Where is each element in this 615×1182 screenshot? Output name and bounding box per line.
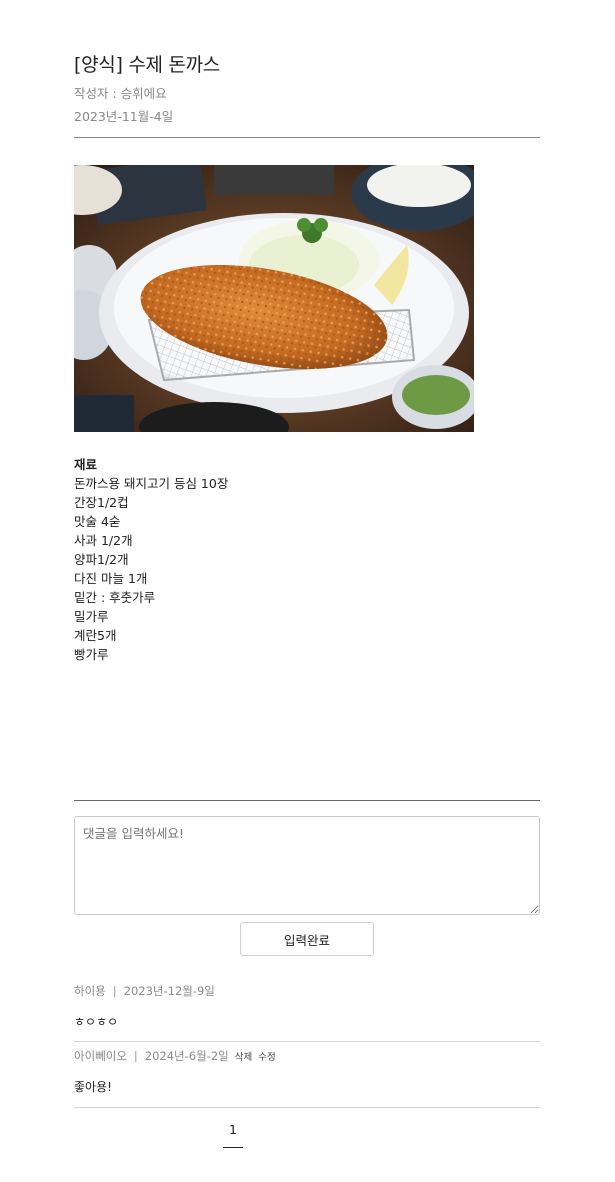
meta-separator: | [112, 984, 117, 998]
recipe-body: 재료 돈까스용 돼지고기 등심 10장 간장1/2컵 맛술 4숟 사과 1/2개… [74, 455, 540, 664]
comment-text: 좋아용! [74, 1080, 112, 1094]
ingredient-item: 맛술 4숟 [74, 514, 121, 529]
ingredient-item: 사과 1/2개 [74, 533, 133, 548]
comment-divider [74, 1107, 540, 1108]
ingredient-item: 돈까스용 돼지고기 등심 10장 [74, 476, 229, 491]
comment-text: ㅎㅇㅎㅇ [74, 1015, 119, 1029]
submit-comment-button[interactable]: 입력완료 [240, 922, 374, 956]
comment-meta: 하이용 | 2023년-12월-9일 [74, 983, 215, 999]
comment-date: 2023년-12월-9일 [123, 984, 215, 998]
post-author: 작성자 : 승휘에요 [74, 86, 167, 101]
ingredients-heading: 재료 [74, 457, 98, 472]
ingredient-item: 빵가루 [74, 647, 109, 662]
comment-divider [74, 1041, 540, 1042]
comment-author: 아이뻬이오 [74, 1049, 127, 1063]
page-active-underline [223, 1147, 243, 1148]
delete-comment-button[interactable]: 삭제 [235, 1052, 252, 1063]
ingredient-item: 계란5개 [74, 628, 117, 643]
ingredient-item: 간장1/2컵 [74, 495, 129, 510]
tonkatsu-photo [74, 165, 474, 432]
edit-comment-button[interactable]: 수정 [258, 1052, 275, 1063]
meta-separator: | [133, 1049, 138, 1063]
comments-divider [74, 800, 540, 801]
post-title: [양식] 수제 돈까스 [74, 54, 220, 76]
ingredient-item: 양파1/2개 [74, 552, 129, 567]
page-number-current[interactable]: 1 [223, 1122, 243, 1137]
post-date: 2023년-11월-4일 [74, 109, 174, 124]
comment-meta: 아이뻬이오 | 2024년-6월-2일 삭제 수정 [74, 1048, 276, 1064]
comment-date: 2024년-6월-2일 [144, 1049, 229, 1063]
recipe-post-page: [양식] 수제 돈까스 작성자 : 승휘에요 2023년-11월-4일 재료 돈… [0, 0, 615, 1182]
ingredient-item: 밑간 : 후춧가루 [74, 590, 156, 605]
ingredient-item: 밀가루 [74, 609, 109, 624]
comment-author: 하이용 [74, 984, 106, 998]
header-divider [74, 137, 540, 138]
comment-input[interactable] [74, 816, 540, 915]
ingredient-item: 다진 마늘 1개 [74, 571, 148, 586]
